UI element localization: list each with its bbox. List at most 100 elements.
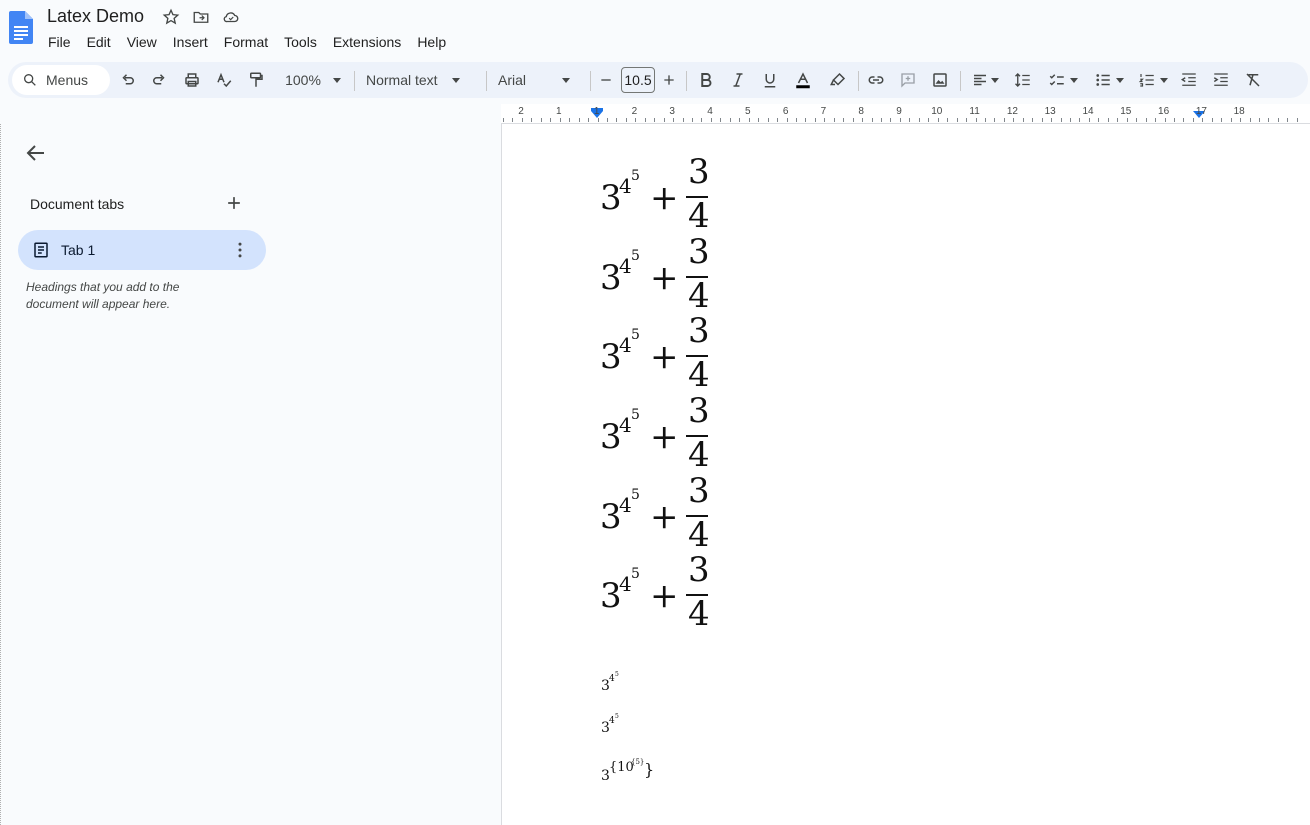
- ruler-tick: [937, 118, 939, 122]
- ruler-tick: [956, 118, 958, 122]
- cloud-saved-icon[interactable]: [222, 8, 240, 26]
- underline-icon: [764, 74, 776, 88]
- insert-image-button[interactable]: [930, 62, 950, 98]
- ruler-tick: [1173, 118, 1175, 122]
- ruler-tick: [720, 118, 722, 122]
- checklist-button[interactable]: [1044, 62, 1082, 98]
- ruler-tick: [550, 118, 552, 122]
- menu-tools[interactable]: Tools: [276, 32, 325, 52]
- ruler-tick: [1230, 118, 1232, 122]
- tab-item-tab-1[interactable]: Tab 1: [18, 230, 266, 270]
- bulleted-list-button[interactable]: [1090, 62, 1128, 98]
- search-icon: [23, 74, 36, 86]
- ruler-tick: [975, 118, 977, 122]
- font-select[interactable]: Arial: [498, 62, 578, 98]
- ruler-tick: [1136, 118, 1138, 122]
- menus-search-label: Menus: [46, 72, 89, 88]
- more-vert-icon[interactable]: [230, 240, 250, 260]
- toolbar: Menus 100% Normal text Arial 10.5: [8, 62, 1308, 98]
- ruler-tick: [701, 118, 703, 122]
- add-tab-icon[interactable]: [224, 193, 244, 213]
- ruler-tick: [1022, 118, 1024, 122]
- numbered-list-button[interactable]: [1134, 62, 1172, 98]
- line-spacing-button[interactable]: [1013, 62, 1033, 98]
- ruler-tick: [1192, 118, 1194, 122]
- ruler-tick: [748, 118, 750, 122]
- menu-file[interactable]: File: [40, 32, 79, 52]
- horizontal-ruler[interactable]: 2 1 1 2 3 4 5 6 7 8 9 10 11 12 13 14 15 16 17 18: [501, 104, 1310, 124]
- print-icon: [185, 73, 199, 87]
- ruler-tick: [852, 118, 854, 122]
- document-title[interactable]: Latex Demo: [47, 6, 144, 27]
- ruler-tick: [984, 118, 986, 122]
- undo-button[interactable]: [118, 62, 138, 98]
- increase-font-size-button[interactable]: [661, 62, 677, 98]
- style-select[interactable]: Normal text: [366, 62, 472, 98]
- ruler-label: 3: [669, 106, 675, 117]
- italic-button[interactable]: [728, 62, 748, 98]
- insert-link-button[interactable]: [866, 62, 886, 98]
- ruler-tick: [833, 118, 835, 122]
- ruler-tick: [540, 118, 542, 122]
- menu-bar: File Edit View Insert Format Tools Exten…: [40, 32, 454, 52]
- ruler-tick: [559, 118, 561, 122]
- ruler-tick: [682, 118, 684, 122]
- ruler-tick: [616, 118, 618, 122]
- spellcheck-button[interactable]: [214, 62, 234, 98]
- ruler-tick: [1107, 118, 1109, 122]
- ruler-tick: [710, 118, 712, 122]
- text-color-button[interactable]: [791, 62, 815, 98]
- highlight-color-button[interactable]: [828, 62, 848, 98]
- ruler-tick: [767, 118, 769, 122]
- paint-format-button[interactable]: [246, 62, 266, 98]
- menu-format[interactable]: Format: [216, 32, 276, 52]
- star-icon[interactable]: [162, 8, 180, 26]
- back-arrow-icon[interactable]: [24, 141, 48, 165]
- decrease-indent-button[interactable]: [1179, 62, 1199, 98]
- ruler-tick: [862, 118, 864, 122]
- print-button[interactable]: [182, 62, 202, 98]
- ruler-tick: [843, 118, 845, 122]
- docs-logo-icon[interactable]: [9, 11, 33, 44]
- ruler-tick: [1079, 118, 1081, 122]
- clear-formatting-button[interactable]: [1243, 62, 1263, 98]
- ruler-tick: [635, 118, 637, 122]
- ruler-tick: [578, 118, 580, 122]
- increase-indent-button[interactable]: [1211, 62, 1231, 98]
- menu-view[interactable]: View: [119, 32, 165, 52]
- zoom-select[interactable]: 100%: [278, 62, 348, 98]
- ruler-tick: [1240, 118, 1242, 122]
- menu-edit[interactable]: Edit: [79, 32, 119, 52]
- menu-extensions[interactable]: Extensions: [325, 32, 409, 52]
- align-button[interactable]: [968, 62, 1002, 98]
- font-size-input[interactable]: 10.5: [621, 67, 655, 93]
- menu-insert[interactable]: Insert: [165, 32, 216, 52]
- underline-button[interactable]: [760, 62, 780, 98]
- ruler-tick: [947, 118, 949, 122]
- menus-search[interactable]: Menus: [12, 65, 110, 95]
- add-comment-button[interactable]: [898, 62, 918, 98]
- ruler-tick: [1126, 118, 1128, 122]
- ruler-tick: [1164, 118, 1166, 122]
- bold-button[interactable]: [696, 62, 716, 98]
- document-page[interactable]: 3 4 5 +3 4 3 4 5 +3 4 3 4 5 +3 4 3 4 5 +3 4 3 4 5 +3 4 3 4 5 +3…: [501, 124, 1310, 825]
- ruler-label: 18: [1233, 106, 1245, 117]
- menu-help[interactable]: Help: [409, 32, 454, 52]
- ruler-tick: [729, 118, 731, 122]
- ruler-tick: [1117, 118, 1119, 122]
- ruler-label: 1: [556, 106, 562, 117]
- ruler-label: 17: [1195, 106, 1207, 117]
- ruler-label: 2: [518, 106, 524, 117]
- ruler-tick: [512, 118, 514, 122]
- redo-button[interactable]: [149, 62, 169, 98]
- move-folder-icon[interactable]: [192, 8, 210, 26]
- align-left-icon: [974, 74, 986, 86]
- ruler-tick: [1287, 118, 1289, 122]
- tab-label: Tab 1: [61, 242, 96, 258]
- decrease-font-size-button[interactable]: [598, 62, 614, 98]
- ruler-tick: [1051, 118, 1053, 122]
- ruler-tick: [1259, 118, 1260, 122]
- ruler-tick: [795, 118, 797, 122]
- ruler-tick: [805, 118, 807, 122]
- ruler-tick: [1268, 118, 1270, 122]
